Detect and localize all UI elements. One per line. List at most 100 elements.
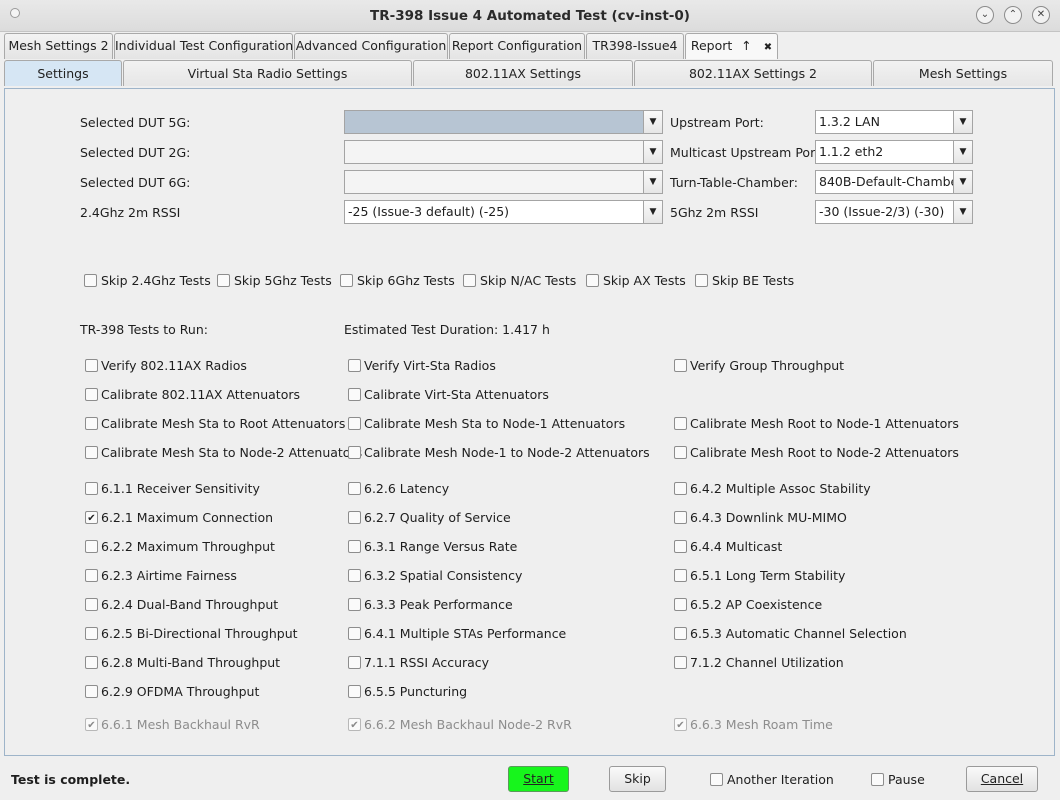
skip-checkbox[interactable] (84, 274, 97, 287)
dut2g-label: Selected DUT 2G: (80, 145, 191, 160)
chevron-down-icon[interactable]: ▼ (643, 170, 663, 194)
test-checkbox[interactable] (348, 656, 361, 669)
cancel-button[interactable]: Cancel (966, 766, 1038, 792)
test-checkbox[interactable] (674, 359, 687, 372)
test-checkbox[interactable] (85, 482, 98, 495)
test-checkbox[interactable] (85, 540, 98, 553)
dut5g-label: Selected DUT 5G: (80, 115, 191, 130)
test-checkbox-label: Verify Group Throughput (690, 358, 845, 373)
dut2g-select[interactable] (344, 140, 644, 164)
test-checkbox-label: 6.3.1 Range Versus Rate (364, 539, 518, 554)
test-checkbox[interactable] (85, 569, 98, 582)
chevron-down-icon[interactable]: ▼ (953, 110, 973, 134)
test-checkbox-label: 6.5.2 AP Coexistence (690, 597, 823, 612)
test-checkbox[interactable] (348, 511, 361, 524)
test-checkbox[interactable] (85, 627, 98, 640)
test-checkbox-label: 6.2.7 Quality of Service (364, 510, 511, 525)
test-checkbox[interactable] (85, 598, 98, 611)
skip-checkbox[interactable] (463, 274, 476, 287)
test-checkbox[interactable] (674, 446, 687, 459)
test-checkbox[interactable] (85, 511, 98, 524)
test-checkbox[interactable] (674, 656, 687, 669)
test-checkbox[interactable] (674, 598, 687, 611)
skip-checkbox-label: Skip 5Ghz Tests (234, 273, 332, 288)
test-checkbox-label: 6.1.1 Receiver Sensitivity (101, 481, 260, 496)
subtab-mesh-settings[interactable]: Mesh Settings (873, 60, 1053, 86)
tab-advanced-configuration[interactable]: Advanced Configuration (294, 33, 448, 59)
upstream-select[interactable]: 1.3.2 LAN (815, 110, 954, 134)
test-checkbox[interactable] (85, 446, 98, 459)
tab-individual-test-configuration[interactable]: Individual Test Configuration (114, 33, 293, 59)
test-checkbox[interactable] (85, 359, 98, 372)
tab-report-configuration[interactable]: Report Configuration (449, 33, 585, 59)
test-checkbox[interactable] (674, 511, 687, 524)
test-checkbox[interactable] (85, 388, 98, 401)
chevron-down-icon[interactable]: ▼ (953, 200, 973, 224)
estimated-duration: Estimated Test Duration: 1.417 h (344, 322, 550, 337)
chevron-down-icon[interactable]: ▼ (643, 140, 663, 164)
tab-mesh-settings-2[interactable]: Mesh Settings 2 (4, 33, 113, 59)
minimize-icon[interactable]: ⌄ (976, 6, 994, 24)
chevron-down-icon[interactable]: ▼ (643, 110, 663, 134)
test-checkbox[interactable] (674, 540, 687, 553)
maximize-icon[interactable]: ⌃ (1004, 6, 1022, 24)
test-checkbox[interactable] (348, 359, 361, 372)
test-checkbox[interactable] (674, 569, 687, 582)
window-title: TR-398 Issue 4 Automated Test (cv-inst-0… (370, 8, 690, 24)
test-checkbox[interactable] (348, 540, 361, 553)
test-checkbox[interactable] (348, 446, 361, 459)
test-checkbox-label: 6.5.5 Puncturing (364, 684, 468, 699)
tab-tr398-issue4[interactable]: TR398-Issue4 (586, 33, 684, 59)
skip-button[interactable]: Skip (609, 766, 666, 792)
test-checkbox-label: 6.5.3 Automatic Channel Selection (690, 626, 907, 641)
test-checkbox[interactable] (348, 598, 361, 611)
test-checkbox[interactable] (348, 482, 361, 495)
test-checkbox[interactable] (85, 656, 98, 669)
skip-checkbox[interactable] (217, 274, 230, 287)
chevron-down-icon[interactable]: ▼ (953, 170, 973, 194)
rssi24-select[interactable]: -25 (Issue-3 default) (-25) (344, 200, 644, 224)
test-checkbox[interactable] (348, 417, 361, 430)
test-checkbox-label: Verify 802.11AX Radios (101, 358, 247, 373)
test-checkbox-label: 6.2.9 OFDMA Throughput (101, 684, 260, 699)
skip-checkbox-label: Skip N/AC Tests (480, 273, 577, 288)
test-checkbox[interactable] (674, 417, 687, 430)
test-checkbox[interactable] (85, 417, 98, 430)
close-icon[interactable]: ✕ (1032, 6, 1050, 24)
subtab-settings[interactable]: Settings (4, 60, 122, 86)
tab-report[interactable]: Report ↑ ✖ (685, 33, 778, 59)
pause-checkbox[interactable] (871, 773, 884, 786)
test-checkbox[interactable] (348, 685, 361, 698)
chevron-down-icon[interactable]: ▼ (643, 200, 663, 224)
chevron-down-icon[interactable]: ▼ (953, 140, 973, 164)
dut6g-select[interactable] (344, 170, 644, 194)
skip-checkbox-label: Skip AX Tests (603, 273, 686, 288)
test-checkbox[interactable] (674, 627, 687, 640)
subtab-80211ax-settings[interactable]: 802.11AX Settings (413, 60, 633, 86)
test-checkbox[interactable] (348, 627, 361, 640)
pause-label: Pause (888, 772, 925, 787)
skip-checkbox[interactable] (695, 274, 708, 287)
test-checkbox-label: 7.1.1 RSSI Accuracy (364, 655, 490, 670)
test-checkbox[interactable] (674, 482, 687, 495)
subtab-virtual-sta-radio-settings[interactable]: Virtual Sta Radio Settings (123, 60, 412, 86)
dut5g-select[interactable] (344, 110, 644, 134)
test-checkbox[interactable] (85, 685, 98, 698)
multicast-select[interactable]: 1.1.2 eth2 (815, 140, 954, 164)
test-checkbox[interactable] (348, 388, 361, 401)
skip-checkbox[interactable] (340, 274, 353, 287)
pin-up-icon[interactable]: ↑ (741, 38, 751, 53)
title-bar[interactable]: TR-398 Issue 4 Automated Test (cv-inst-0… (0, 0, 1060, 32)
test-checkbox-label: Verify Virt-Sta Radios (364, 358, 496, 373)
chamber-select[interactable]: 840B-Default-Chamber (815, 170, 954, 194)
another-iteration-checkbox[interactable] (710, 773, 723, 786)
skip-checkbox[interactable] (586, 274, 599, 287)
test-checkbox-label: 6.6.1 Mesh Backhaul RvR (101, 717, 260, 732)
start-button[interactable]: Start (508, 766, 569, 792)
subtab-80211ax-settings-2[interactable]: 802.11AX Settings 2 (634, 60, 872, 86)
test-checkbox-label: 6.3.2 Spatial Consistency (364, 568, 523, 583)
rssi5-select[interactable]: -30 (Issue-2/3) (-30) (815, 200, 954, 224)
test-checkbox-label: 6.2.4 Dual-Band Throughput (101, 597, 279, 612)
tab-close-icon[interactable]: ✖ (764, 42, 772, 53)
test-checkbox[interactable] (348, 569, 361, 582)
